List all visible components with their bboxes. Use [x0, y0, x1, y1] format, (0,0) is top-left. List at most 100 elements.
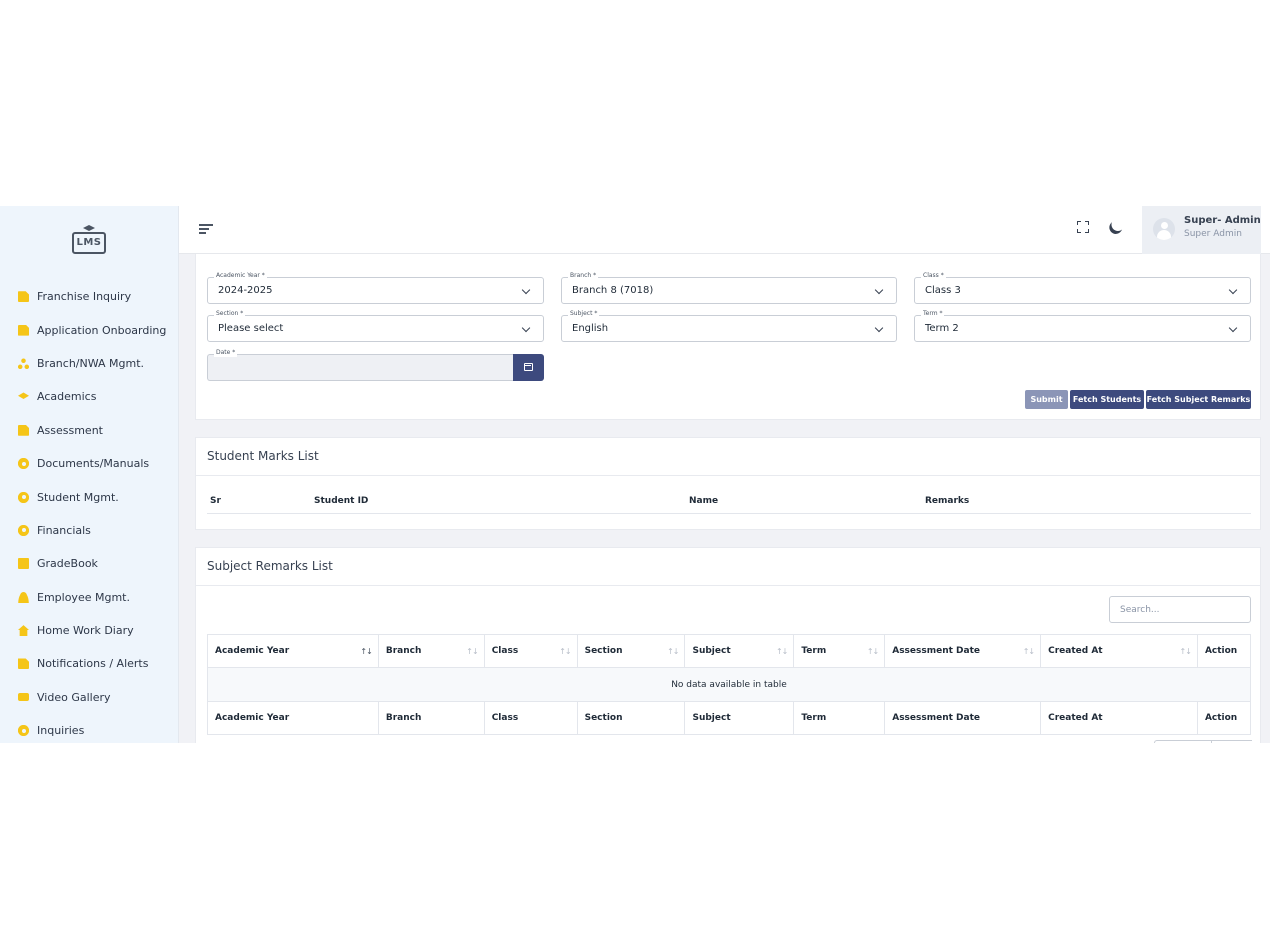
avatar — [1153, 218, 1175, 240]
pagination-controls[interactable] — [1154, 740, 1252, 743]
column-header-subject[interactable]: Subject ↑↓ — [684, 634, 795, 668]
sidebar-item-student-mgmt[interactable]: Student Mgmt. — [0, 480, 179, 513]
graduation-cap-icon — [83, 225, 95, 231]
book-icon — [18, 558, 29, 570]
sidebar-item-notifications[interactable]: Notifications / Alerts — [0, 647, 179, 680]
home-icon — [18, 625, 29, 637]
menu-toggle-icon[interactable] — [199, 223, 213, 235]
term-select[interactable]: Term * Term 2 — [914, 310, 1251, 342]
date-input[interactable]: Date * — [207, 349, 514, 381]
column-header-name[interactable]: Name — [689, 496, 718, 506]
user-role: Super Admin — [1184, 229, 1242, 239]
sidebar-item-assessment[interactable]: Assessment — [0, 414, 179, 447]
sidebar-item-label: Video Gallery — [37, 690, 111, 704]
submit-button[interactable]: Submit — [1025, 390, 1068, 409]
divider — [196, 475, 1260, 476]
subject-select[interactable]: Subject * English — [561, 310, 897, 342]
sort-icon: ↑↓ — [360, 647, 372, 656]
column-header-branch[interactable]: Branch ↑↓ — [377, 634, 485, 668]
gear-icon — [18, 524, 29, 536]
divider — [196, 585, 1260, 586]
class-select[interactable]: Class * Class 3 — [914, 272, 1251, 304]
date-label: Date * — [214, 349, 238, 357]
footer-created-at: Created At — [1040, 701, 1198, 735]
footer-assessment-date: Assessment Date — [884, 701, 1042, 735]
subject-label: Subject * — [568, 310, 600, 318]
fetch-students-button[interactable]: Fetch Students — [1070, 390, 1144, 409]
column-header-academic-year[interactable]: Academic Year ↑↓ — [207, 634, 379, 668]
sidebar-item-gradebook[interactable]: GradeBook — [0, 547, 179, 580]
chevron-down-icon — [521, 285, 531, 295]
fetch-subject-remarks-button[interactable]: Fetch Subject Remarks — [1146, 390, 1251, 409]
sidebar-item-label: Home Work Diary — [37, 624, 134, 638]
column-header-sr[interactable]: Sr — [210, 496, 221, 506]
header-label: Academic Year — [215, 646, 290, 656]
gear-icon — [18, 725, 29, 737]
sidebar-item-label: Franchise Inquiry — [37, 290, 132, 304]
column-header-assessment-date[interactable]: Assessment Date ↑↓ — [884, 634, 1042, 668]
footer-action: Action — [1196, 701, 1252, 735]
logo-text: LMS — [72, 232, 106, 254]
sidebar-item-documents-manuals[interactable]: Documents/Manuals — [0, 447, 179, 480]
sidebar-item-label: Academics — [37, 390, 97, 404]
column-header-section[interactable]: Section ↑↓ — [576, 634, 686, 668]
subject-value: English — [572, 323, 609, 334]
header-label: Subject — [692, 646, 731, 656]
user-icon — [18, 591, 29, 603]
sidebar-item-video-gallery[interactable]: Video Gallery — [0, 681, 179, 714]
subject-remarks-title: Subject Remarks List — [207, 559, 333, 573]
column-header-term[interactable]: Term ↑↓ — [793, 634, 886, 668]
sidebar-item-label: Notifications / Alerts — [37, 657, 149, 671]
sidebar-item-home-work-diary[interactable]: Home Work Diary — [0, 614, 179, 647]
document-icon — [18, 424, 29, 436]
sidebar-item-label: GradeBook — [37, 557, 98, 571]
academic-year-select[interactable]: Academic Year * 2024-2025 — [207, 272, 544, 304]
sidebar-item-label: Student Mgmt. — [37, 490, 119, 504]
sort-icon: ↑↓ — [775, 647, 788, 656]
document-icon — [18, 324, 29, 336]
subject-remarks-card: Subject Remarks List Academic Year ↑↓ Bra… — [195, 547, 1261, 743]
video-icon — [18, 693, 29, 702]
sidebar-item-academics[interactable]: Academics — [0, 380, 179, 413]
column-header-created-at[interactable]: Created At ↑↓ — [1040, 634, 1198, 668]
sort-icon: ↑↓ — [1022, 647, 1035, 656]
sort-icon: ↑↓ — [667, 647, 679, 656]
date-picker-button[interactable] — [513, 354, 544, 381]
branch-select[interactable]: Branch * Branch 8 (7018) — [561, 272, 897, 304]
branch-value: Branch 8 (7018) — [572, 285, 654, 296]
lms-logo[interactable]: LMS — [72, 224, 106, 254]
search-input[interactable] — [1109, 596, 1251, 623]
column-header-student-id[interactable]: Student ID — [314, 496, 368, 506]
term-label: Term * — [921, 310, 945, 318]
column-header-remarks[interactable]: Remarks — [925, 496, 969, 506]
fullscreen-icon[interactable] — [1077, 221, 1089, 233]
sidebar-item-application-onboarding[interactable]: Application Onboarding — [0, 313, 179, 346]
chevron-down-icon — [874, 323, 884, 333]
column-header-action: Action — [1196, 634, 1252, 668]
footer-subject: Subject — [684, 701, 795, 735]
dark-mode-moon-icon[interactable] — [1110, 216, 1127, 233]
sort-icon: ↑↓ — [866, 647, 879, 656]
user-name: Super- Admin — [1184, 215, 1261, 226]
sidebar-item-financials[interactable]: Financials — [0, 514, 179, 547]
section-select[interactable]: Section * Please select — [207, 310, 544, 342]
filter-form-card: Academic Year * 2024-2025 Branch * Branc… — [195, 254, 1261, 420]
academic-year-value: 2024-2025 — [218, 285, 273, 296]
gear-icon — [18, 458, 29, 470]
chevron-down-icon — [1228, 285, 1238, 295]
document-icon — [18, 658, 29, 670]
user-profile-menu[interactable]: Super- Admin Super Admin — [1142, 206, 1261, 254]
sidebar-item-label: Branch/NWA Mgmt. — [37, 356, 145, 370]
sidebar-item-branch-mgmt[interactable]: Branch/NWA Mgmt. — [0, 347, 179, 380]
column-header-class[interactable]: Class ↑↓ — [483, 634, 578, 668]
sidebar-nav: Franchise Inquiry Application Onboarding… — [0, 280, 179, 743]
sidebar-item-franchise-inquiry[interactable]: Franchise Inquiry — [0, 280, 179, 313]
sidebar-item-label: Financials — [37, 523, 91, 537]
section-value: Please select — [218, 323, 284, 334]
sidebar-item-inquiries[interactable]: Inquiries — [0, 714, 179, 743]
header-label: Branch — [385, 646, 422, 656]
academic-year-label: Academic Year * — [214, 272, 267, 280]
header-label: Assessment Date — [892, 646, 981, 656]
table-header-row: Academic Year ↑↓ Branch ↑↓ Class ↑↓ Section… — [207, 634, 1252, 668]
sidebar-item-employee-mgmt[interactable]: Employee Mgmt. — [0, 581, 179, 614]
